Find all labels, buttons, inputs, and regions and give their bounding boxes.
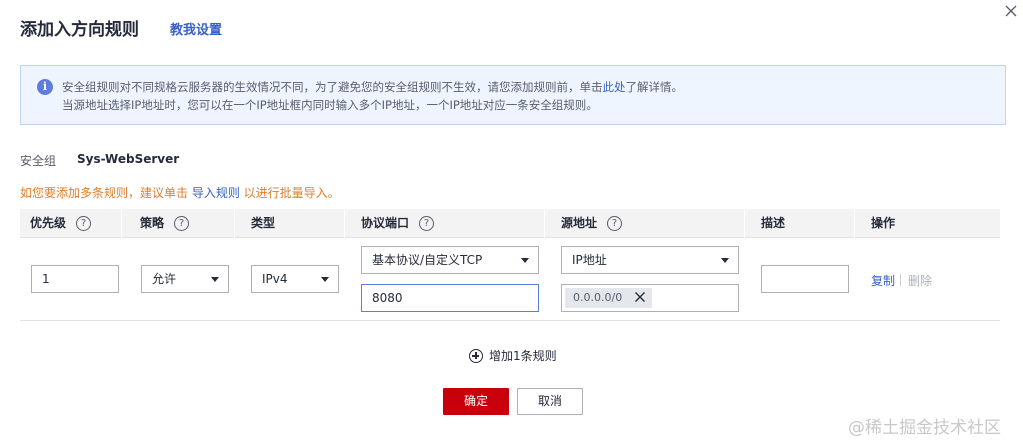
header-priority: 优先级?	[30, 209, 92, 238]
close-icon[interactable]	[1003, 3, 1019, 19]
security-group-label: 安全组	[20, 154, 57, 168]
info-icon: i	[37, 79, 53, 95]
chevron-down-icon	[521, 258, 529, 263]
tutorial-link[interactable]: 教我设置	[170, 19, 222, 38]
header-policy: 策略?	[140, 209, 190, 238]
help-icon[interactable]: ?	[419, 216, 435, 231]
protocol-select[interactable]: 基本协议/自定义TCP	[361, 246, 539, 274]
import-tip: 如您要添加多条规则，建议单击 导入规则 以进行批量导入。	[20, 186, 340, 200]
add-rule-button[interactable]: 增加1条规则	[469, 348, 557, 364]
type-select[interactable]: IPv4	[251, 265, 339, 293]
security-group-value: Sys-WebServer	[77, 152, 180, 166]
priority-input[interactable]: 1	[31, 265, 119, 293]
remove-tag-icon[interactable]	[634, 291, 646, 303]
source-type-select[interactable]: IP地址	[561, 246, 739, 274]
header-type: 类型	[251, 216, 276, 230]
notice-line-1: 安全组规则对不同规格云服务器的生效情况不同，为了避免您的安全组规则不生效，请您添…	[62, 80, 683, 94]
chevron-down-icon	[321, 277, 329, 282]
copy-rule-link[interactable]: 复制	[871, 272, 895, 289]
import-rules-link[interactable]: 导入规则	[192, 186, 240, 200]
dialog-title: 添加入方向规则	[20, 20, 139, 40]
confirm-button[interactable]: 确定	[443, 388, 509, 415]
rules-table-header: 优先级? 策略? 类型 协议端口? 源地址? 描述 操作	[20, 209, 1000, 238]
row-divider	[20, 320, 1000, 321]
delete-rule-link: 删除	[908, 274, 933, 288]
source-ip-tag: 0.0.0.0/0	[565, 288, 653, 308]
cancel-button[interactable]: 取消	[517, 388, 583, 415]
plus-circle-icon	[469, 349, 483, 363]
header-description: 描述	[761, 216, 786, 230]
info-notice: i 安全组规则对不同规格云服务器的生效情况不同，为了避免您的安全组规则不生效，请…	[20, 65, 1006, 125]
add-inbound-rule-dialog: 添加入方向规则 教我设置 i 安全组规则对不同规格云服务器的生效情况不同，为了避…	[0, 0, 1023, 443]
watermark: @稀土掘金技术社区	[848, 418, 1001, 438]
port-input[interactable]: 8080	[361, 284, 539, 312]
chevron-down-icon	[211, 277, 219, 282]
notice-line-2: 当源地址选择IP地址时，您可以在一个IP地址框内同时输入多个IP地址，一个IP地…	[62, 98, 598, 112]
help-icon[interactable]: ?	[76, 216, 92, 231]
header-source: 源地址?	[561, 209, 623, 238]
header-protocol-port: 协议端口?	[361, 209, 435, 238]
help-icon[interactable]: ?	[174, 216, 190, 231]
header-actions: 操作	[871, 216, 896, 230]
policy-select[interactable]: 允许	[141, 265, 229, 293]
action-divider	[900, 274, 901, 286]
chevron-down-icon	[721, 258, 729, 263]
help-icon[interactable]: ?	[607, 216, 623, 231]
details-link[interactable]: 此处	[603, 80, 626, 94]
description-input[interactable]	[761, 265, 849, 293]
